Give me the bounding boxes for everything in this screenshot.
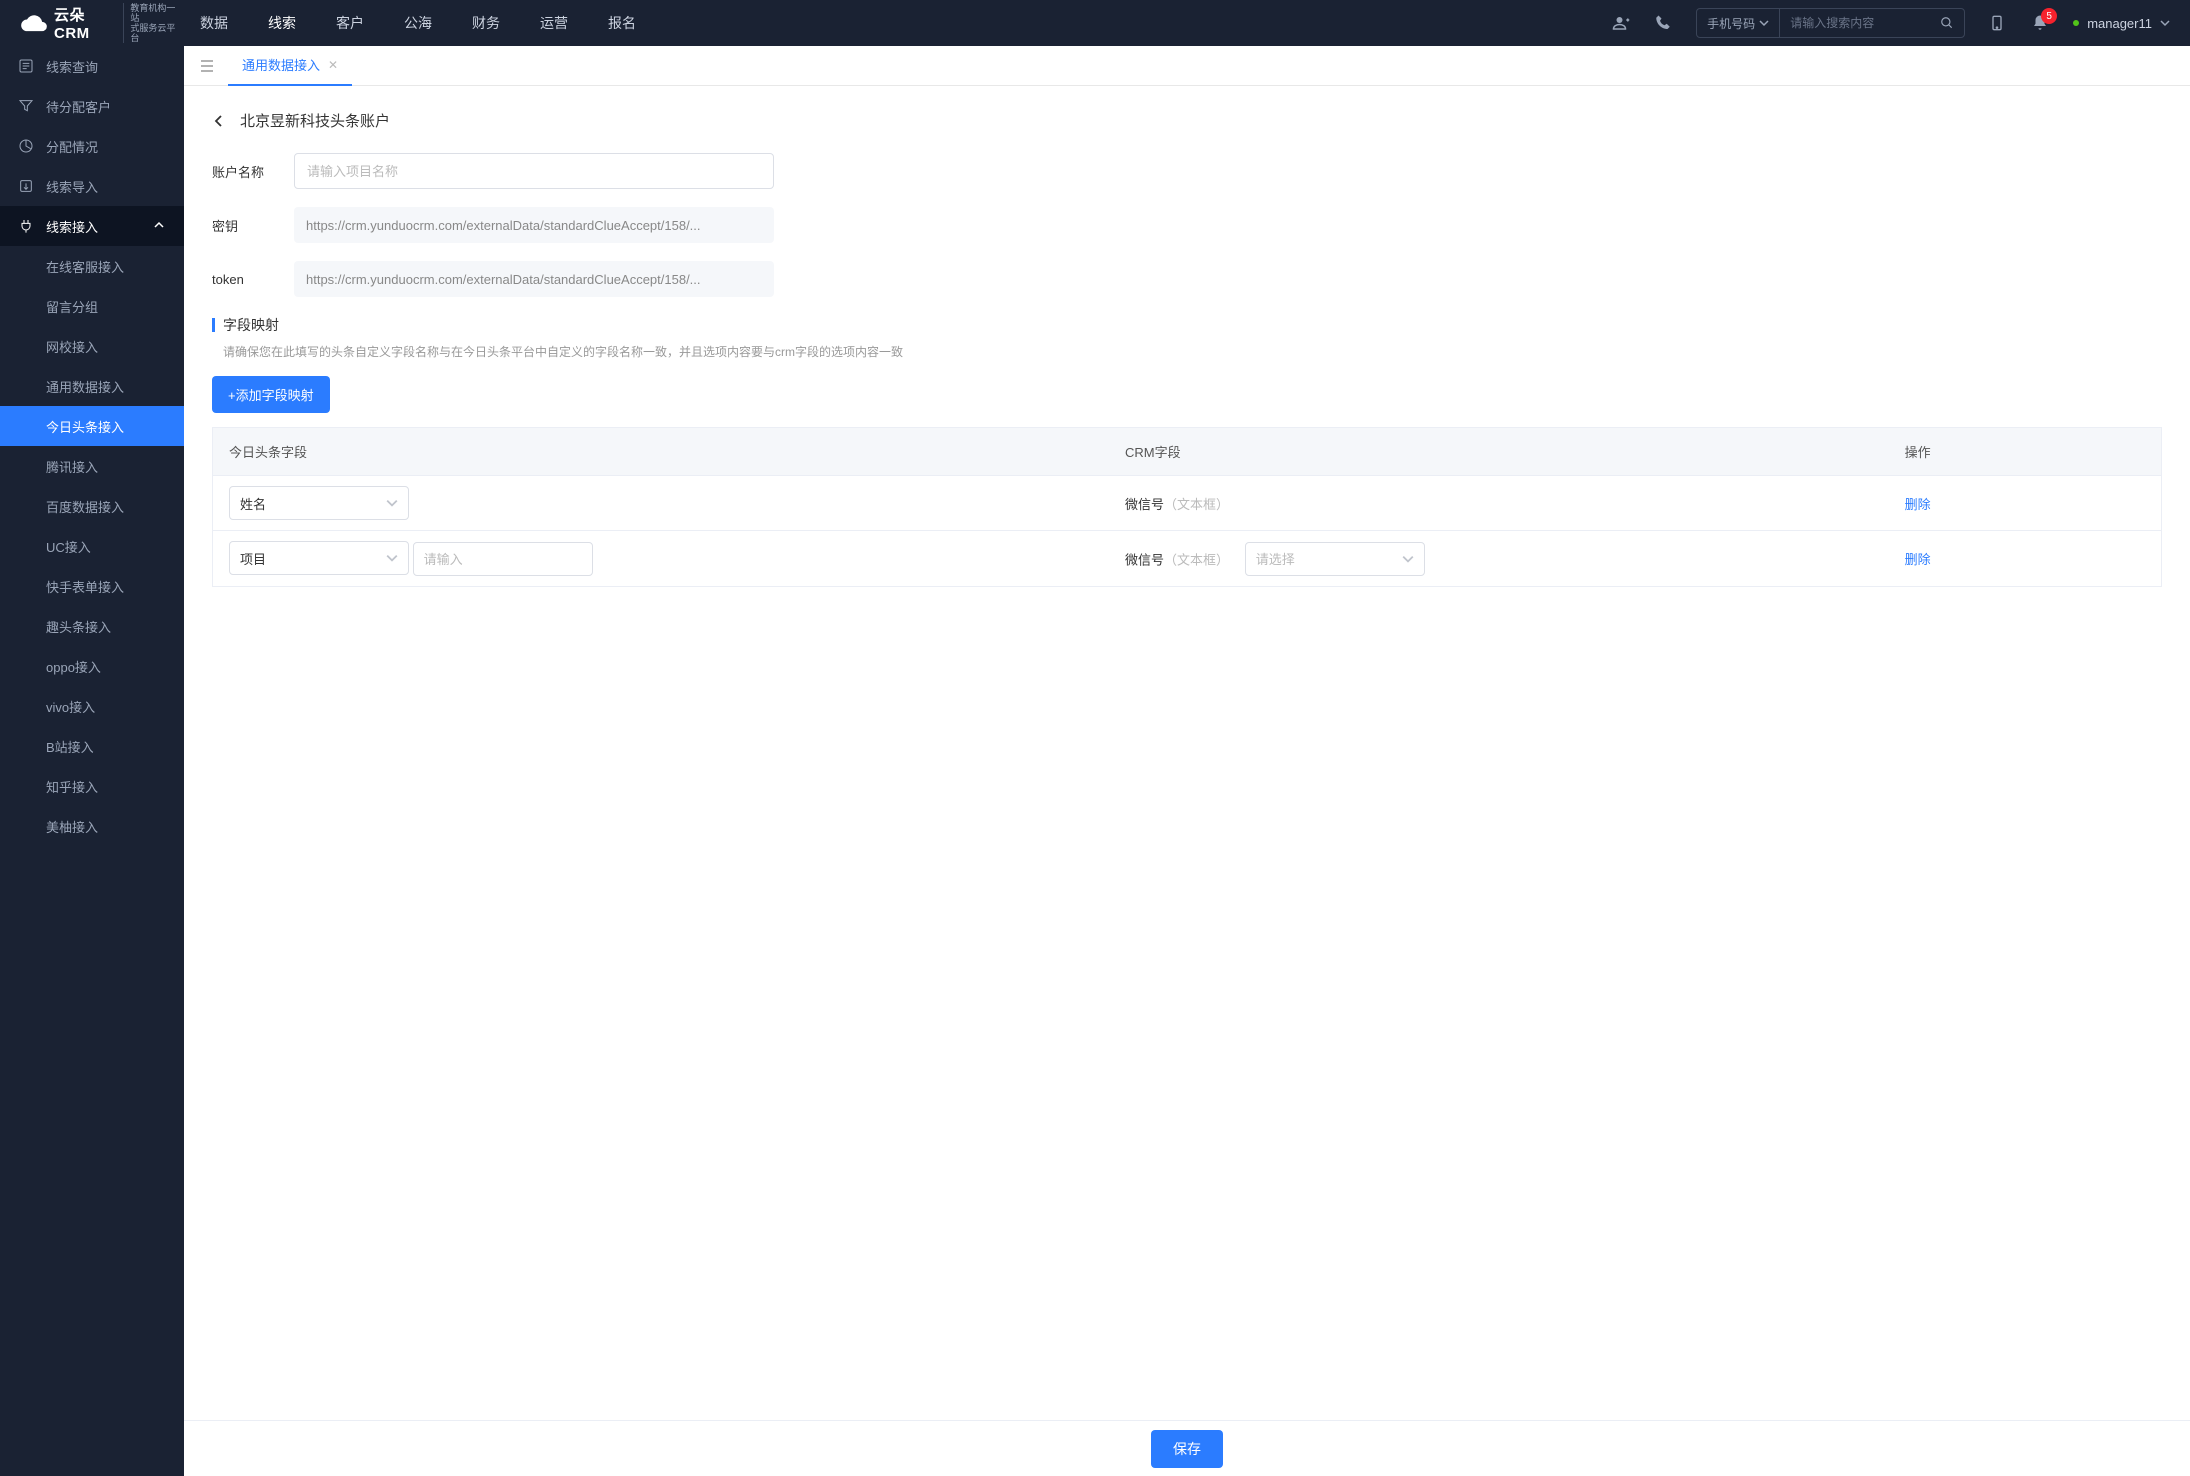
sidebar-subitem-4-2[interactable]: 网校接入 bbox=[0, 326, 184, 366]
account-name-input[interactable] bbox=[294, 153, 774, 189]
chevron-down-icon bbox=[2160, 18, 2170, 28]
topnav-item-3[interactable]: 公海 bbox=[404, 13, 432, 33]
sidebar-item-2[interactable]: 分配情况 bbox=[0, 126, 184, 166]
filter-icon bbox=[18, 98, 34, 114]
pie-icon bbox=[18, 138, 34, 154]
col-action: 操作 bbox=[1889, 428, 2162, 476]
token-label: token bbox=[212, 272, 290, 287]
crm-field-select[interactable]: 请选择 bbox=[1245, 542, 1425, 576]
table-row: 项目 微信号（文本框） 请选择 删除 bbox=[213, 531, 2162, 587]
notification-bell[interactable]: 5 bbox=[2031, 14, 2049, 32]
secret-key-label: 密钥 bbox=[212, 216, 290, 235]
col-toutiao: 今日头条字段 bbox=[213, 428, 1110, 476]
chevron-down-icon bbox=[1759, 18, 1769, 28]
secret-key-input[interactable] bbox=[294, 207, 774, 243]
crm-field-type: （文本框） bbox=[1164, 497, 1229, 512]
top-header: 云朵CRM 教育机构一站式服务云平台 数据 线索 客户 公海 财务 运营 报名 手机号码 bbox=[0, 0, 2190, 46]
content-area: 通用数据接入 ✕ 北京昱新科技头条账户 账户名称 密钥 token bbox=[184, 46, 2190, 1476]
crm-field-name: 微信号 bbox=[1125, 552, 1164, 567]
topnav-item-4[interactable]: 财务 bbox=[472, 13, 500, 33]
tab-active[interactable]: 通用数据接入 ✕ bbox=[228, 46, 352, 86]
logo-subtitle: 教育机构一站式服务云平台 bbox=[123, 3, 180, 43]
sidebar-subitem-4-5[interactable]: 腾讯接入 bbox=[0, 446, 184, 486]
sidebar-subitem-4-11[interactable]: vivo接入 bbox=[0, 686, 184, 726]
mapping-table: 今日头条字段 CRM字段 操作 姓名微信号（文本框）删除项目 微信号（文本框） … bbox=[212, 427, 2162, 587]
user-plus-icon[interactable] bbox=[1612, 14, 1630, 32]
col-crm: CRM字段 bbox=[1109, 428, 1889, 476]
user-name: manager11 bbox=[2087, 16, 2152, 31]
top-nav: 数据 线索 客户 公海 财务 运营 报名 bbox=[200, 13, 636, 33]
export-icon bbox=[18, 178, 34, 194]
delete-row-button[interactable]: 删除 bbox=[1905, 497, 1931, 512]
search-box: 手机号码 bbox=[1696, 8, 1965, 38]
sidebar: 线索查询待分配客户分配情况线索导入线索接入在线客服接入留言分组网校接入通用数据接… bbox=[0, 46, 184, 1476]
topnav-item-2[interactable]: 客户 bbox=[336, 13, 364, 33]
tab-label: 通用数据接入 bbox=[242, 55, 320, 74]
topnav-item-1[interactable]: 线索 bbox=[268, 13, 296, 33]
plug-icon bbox=[18, 218, 34, 234]
sidebar-subitem-4-7[interactable]: UC接入 bbox=[0, 526, 184, 566]
sidebar-subitem-4-8[interactable]: 快手表单接入 bbox=[0, 566, 184, 606]
sidebar-item-1[interactable]: 待分配客户 bbox=[0, 86, 184, 126]
sidebar-item-4[interactable]: 线索接入 bbox=[0, 206, 184, 246]
topnav-item-6[interactable]: 报名 bbox=[608, 13, 636, 33]
sidebar-subitem-4-14[interactable]: 美柚接入 bbox=[0, 806, 184, 846]
sidebar-subitem-4-0[interactable]: 在线客服接入 bbox=[0, 246, 184, 286]
search-icon bbox=[1940, 16, 1954, 30]
sidebar-item-3[interactable]: 线索导入 bbox=[0, 166, 184, 206]
section-bar-icon bbox=[212, 318, 215, 332]
sidebar-subitem-4-3[interactable]: 通用数据接入 bbox=[0, 366, 184, 406]
chevron-down-icon bbox=[1402, 553, 1414, 565]
account-name-label: 账户名称 bbox=[212, 162, 290, 181]
crm-field-type: （文本框） bbox=[1164, 552, 1229, 567]
cloud-icon bbox=[20, 9, 48, 37]
chevron-up-icon bbox=[154, 220, 166, 232]
page-body: 北京昱新科技头条账户 账户名称 密钥 token 字段映射 请确保您在此填写的头… bbox=[184, 86, 2190, 1476]
search-button[interactable] bbox=[1930, 16, 1964, 30]
toutiao-extra-input[interactable] bbox=[413, 542, 593, 576]
status-dot bbox=[2073, 20, 2079, 26]
table-row: 姓名 微信号（文本框） 删除 bbox=[213, 476, 2162, 531]
delete-row-button[interactable]: 删除 bbox=[1905, 552, 1931, 567]
notification-badge: 5 bbox=[2041, 8, 2057, 24]
sidebar-subitem-4-13[interactable]: 知乎接入 bbox=[0, 766, 184, 806]
user-menu[interactable]: manager11 bbox=[2073, 16, 2170, 31]
topnav-item-5[interactable]: 运营 bbox=[540, 13, 568, 33]
sidebar-item-0[interactable]: 线索查询 bbox=[0, 46, 184, 86]
tab-collapse-icon[interactable] bbox=[192, 51, 222, 81]
logo[interactable]: 云朵CRM 教育机构一站式服务云平台 bbox=[20, 3, 180, 43]
sidebar-subitem-4-10[interactable]: oppo接入 bbox=[0, 646, 184, 686]
toutiao-field-select[interactable]: 姓名 bbox=[229, 486, 409, 520]
sidebar-subitem-4-1[interactable]: 留言分组 bbox=[0, 286, 184, 326]
mobile-icon[interactable] bbox=[1989, 14, 2007, 32]
toutiao-field-select[interactable]: 项目 bbox=[229, 541, 409, 575]
chevron-left-icon bbox=[212, 114, 226, 128]
sidebar-subitem-4-6[interactable]: 百度数据接入 bbox=[0, 486, 184, 526]
search-selector[interactable]: 手机号码 bbox=[1697, 9, 1780, 37]
search-input[interactable] bbox=[1780, 16, 1930, 30]
topnav-item-0[interactable]: 数据 bbox=[200, 13, 228, 33]
page-title: 北京昱新科技头条账户 bbox=[240, 110, 390, 131]
sidebar-subitem-4-4[interactable]: 今日头条接入 bbox=[0, 406, 184, 446]
tab-close-icon[interactable]: ✕ bbox=[328, 58, 338, 72]
add-mapping-button[interactable]: +添加字段映射 bbox=[212, 376, 330, 413]
token-input[interactable] bbox=[294, 261, 774, 297]
sidebar-subitem-4-12[interactable]: B站接入 bbox=[0, 726, 184, 766]
footer-bar: 保存 bbox=[184, 1420, 2190, 1476]
crm-field-name: 微信号 bbox=[1125, 497, 1164, 512]
sidebar-subitem-4-9[interactable]: 趣头条接入 bbox=[0, 606, 184, 646]
list-icon bbox=[18, 58, 34, 74]
tab-bar: 通用数据接入 ✕ bbox=[184, 46, 2190, 86]
save-button[interactable]: 保存 bbox=[1151, 1430, 1223, 1468]
section-title: 字段映射 bbox=[223, 315, 279, 335]
chevron-down-icon bbox=[386, 497, 398, 509]
chevron-down-icon bbox=[386, 552, 398, 564]
logo-text: 云朵CRM bbox=[54, 4, 115, 42]
section-desc: 请确保您在此填写的头条自定义字段名称与在今日头条平台中自定义的字段名称一致，并且… bbox=[212, 343, 2162, 360]
back-button[interactable] bbox=[212, 112, 230, 130]
phone-icon[interactable] bbox=[1654, 14, 1672, 32]
